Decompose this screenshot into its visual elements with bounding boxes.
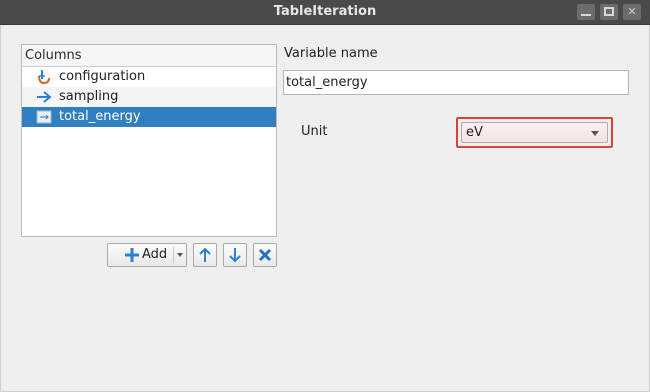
delete-button[interactable] bbox=[253, 243, 277, 267]
columns-list[interactable]: Columns configuration sampling total_ene… bbox=[21, 44, 277, 237]
minimize-button[interactable] bbox=[577, 4, 595, 20]
add-button-separator bbox=[173, 247, 174, 263]
maximize-button[interactable] bbox=[600, 4, 618, 20]
variable-name-label: Variable name bbox=[284, 46, 378, 61]
title-bar: TableIteration ✕ bbox=[0, 0, 650, 25]
close-button[interactable]: ✕ bbox=[623, 4, 641, 20]
arrow-right-icon bbox=[37, 91, 52, 103]
unit-select[interactable]: eV bbox=[461, 122, 608, 143]
unit-highlight: eV bbox=[456, 117, 613, 148]
chevron-down-icon bbox=[591, 131, 599, 136]
configuration-icon bbox=[38, 70, 50, 85]
add-button[interactable]: Add bbox=[107, 243, 187, 267]
list-item-label: sampling bbox=[59, 89, 119, 104]
list-item-configuration[interactable]: configuration bbox=[22, 67, 276, 87]
chevron-down-icon[interactable] bbox=[177, 253, 183, 257]
add-button-label: Add bbox=[142, 247, 168, 262]
unit-label: Unit bbox=[301, 124, 328, 139]
maximize-icon bbox=[604, 7, 614, 16]
arrow-up-icon bbox=[199, 247, 211, 262]
close-icon: ✕ bbox=[627, 5, 637, 18]
list-item-label: total_energy bbox=[59, 109, 141, 124]
list-item-label: configuration bbox=[59, 69, 146, 84]
delete-icon bbox=[258, 248, 272, 262]
minimize-icon bbox=[581, 14, 591, 16]
variable-name-input[interactable]: total_energy bbox=[283, 70, 629, 95]
plus-icon bbox=[125, 248, 139, 262]
columns-header: Columns bbox=[22, 45, 276, 67]
window-title: TableIteration bbox=[273, 4, 377, 19]
list-item-sampling[interactable]: sampling bbox=[22, 87, 276, 107]
arrow-down-icon bbox=[229, 248, 241, 263]
move-down-button[interactable] bbox=[223, 243, 247, 267]
list-item-total-energy[interactable]: total_energy bbox=[22, 107, 276, 127]
unit-select-value: eV bbox=[466, 125, 483, 140]
variable-icon bbox=[36, 110, 52, 124]
move-up-button[interactable] bbox=[193, 243, 217, 267]
